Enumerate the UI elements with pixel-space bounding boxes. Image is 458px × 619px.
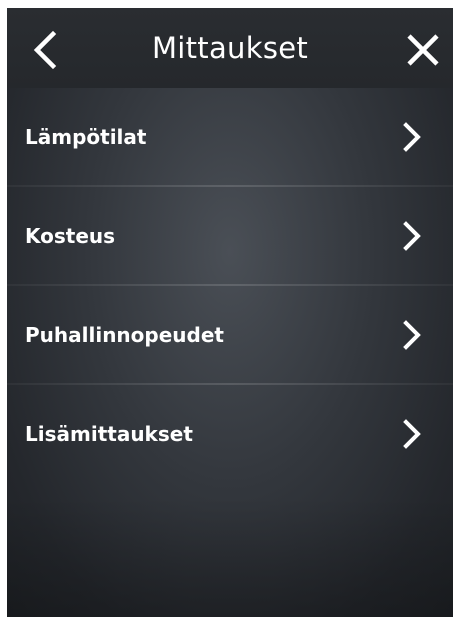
header-bar: Mittaukset: [7, 8, 453, 88]
menu-item-label: Lisämittaukset: [25, 421, 193, 446]
menu-item-puhallinnopeudet[interactable]: Puhallinnopeudet: [7, 286, 453, 383]
close-button[interactable]: [395, 22, 451, 78]
menu-item-kosteus[interactable]: Kosteus: [7, 187, 453, 284]
chevron-right-icon: [403, 418, 421, 449]
menu-item-label: Lämpötilat: [25, 124, 147, 149]
close-icon: [407, 34, 439, 66]
background-shade: [7, 497, 453, 617]
menu-item-lisamittaukset[interactable]: Lisämittaukset: [7, 385, 453, 482]
measurements-screen: Mittaukset Lämpötilat Kosteus Puhallinno…: [7, 8, 453, 617]
chevron-right-icon: [403, 121, 421, 152]
menu-item-lampotilat[interactable]: Lämpötilat: [7, 88, 453, 185]
chevron-right-icon: [403, 220, 421, 251]
menu-item-label: Puhallinnopeudet: [25, 322, 224, 347]
menu-item-label: Kosteus: [25, 223, 116, 248]
page-title: Mittaukset: [151, 31, 309, 65]
chevron-right-icon: [403, 319, 421, 350]
